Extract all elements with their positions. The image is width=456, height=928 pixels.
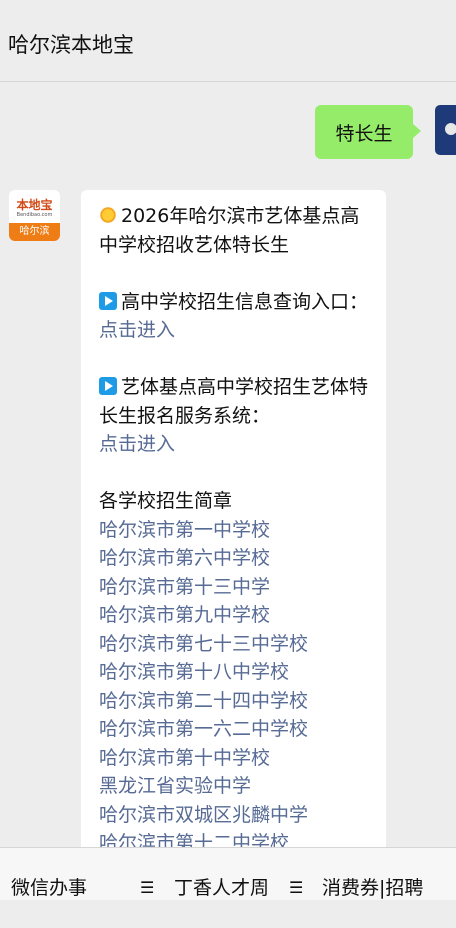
bot-message-bubble: 2026年哈尔滨市艺体基点高中学校招收艺体特长生 高中学校招生信息查询入口：点击… (81, 190, 386, 847)
reply-item-register: 艺体基点高中学校招生艺体特长生报名服务系统： 点击进入 (99, 376, 369, 455)
logo-text: 本地宝 (16, 198, 53, 212)
chat-header: 哈尔滨本地宝 (0, 0, 456, 82)
user-message-bubble: 特长生 (315, 105, 421, 159)
reply-item-query: 高中学校招生信息查询入口：点击进入 (99, 290, 369, 341)
reply-content: 2026年哈尔滨市艺体基点高中学校招收艺体特长生 高中学校招生信息查询入口：点击… (99, 202, 374, 847)
school-link-12[interactable]: 哈尔滨市第十二中学校 (99, 829, 374, 847)
menu-icon: ☰ (140, 878, 155, 897)
play-icon (99, 377, 117, 395)
school-link-6[interactable]: 哈尔滨市第十八中学校 (99, 658, 374, 687)
school-link-2[interactable]: 哈尔滨市第六中学校 (99, 544, 374, 573)
user-avatar[interactable] (435, 105, 456, 155)
menu-weixin-banshi[interactable]: 微信办事 (11, 848, 87, 901)
query-link[interactable]: 点击进入 (99, 319, 175, 341)
register-link[interactable]: 点击进入 (99, 433, 175, 455)
bot-avatar[interactable]: 本地宝 Bendibao.com 哈尔滨 (9, 190, 60, 241)
logo-city: 哈尔滨 (9, 223, 60, 241)
bottom-menu-bar: 微信办事 ☰ 丁香人才周 ☰ 消费券|招聘 (0, 847, 456, 900)
school-link-11[interactable]: 哈尔滨市双城区兆麟中学 (99, 801, 374, 830)
play-icon (99, 291, 117, 310)
school-link-4[interactable]: 哈尔滨市第九中学校 (99, 601, 374, 630)
chat-title: 哈尔滨本地宝 (8, 33, 134, 57)
avatar-dot-icon (445, 123, 456, 135)
chat-area[interactable]: 特长生 本地宝 Bendibao.com 哈尔滨 2026年哈尔滨市艺体基点高中… (0, 83, 456, 847)
sun-icon (99, 206, 117, 224)
school-link-5[interactable]: 哈尔滨市第七十三中学校 (99, 630, 374, 659)
section-title: 各学校招生简章 (99, 490, 233, 512)
school-link-10[interactable]: 黑龙江省实验中学 (99, 772, 374, 801)
school-link-3[interactable]: 哈尔滨市第十三中学 (99, 573, 374, 602)
school-link-1[interactable]: 哈尔滨市第一中学校 (99, 516, 374, 545)
school-link-8[interactable]: 哈尔滨市第一六二中学校 (99, 715, 374, 744)
school-link-9[interactable]: 哈尔滨市第十中学校 (99, 744, 374, 773)
school-link-7[interactable]: 哈尔滨市第二十四中学校 (99, 687, 374, 716)
menu-xiaofeiquan-zhaopin[interactable]: 消费券|招聘 (322, 848, 423, 901)
logo-sub: Bendibao.com (16, 212, 53, 218)
reply-headline: 2026年哈尔滨市艺体基点高中学校招收艺体特长生 (99, 205, 360, 256)
menu-icon: ☰ (289, 878, 304, 897)
menu-dingxiang-rencai[interactable]: 丁香人才周 (174, 848, 269, 901)
